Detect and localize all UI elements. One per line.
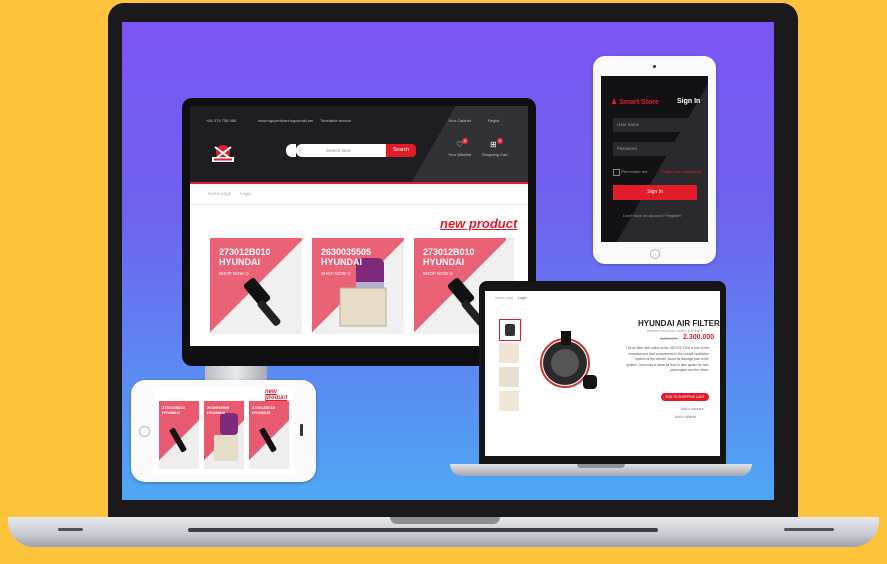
sign-in-button[interactable]: Sign In xyxy=(613,185,697,200)
breadcrumb-current: Login xyxy=(518,296,527,300)
password-field[interactable]: Password xyxy=(613,142,697,156)
shop-now-link[interactable]: SHOP NOW ⊙ xyxy=(219,271,249,277)
chevron-down-icon: ⌄ xyxy=(298,147,303,153)
laptop-notch xyxy=(390,517,500,524)
product-brand: HYUNDAI xyxy=(423,257,465,267)
forgot-link[interactable]: Forgot your password? xyxy=(661,169,702,174)
shop-now-link[interactable]: SHOP NOW ⊙ xyxy=(321,271,351,277)
breadcrumb-current: Login xyxy=(240,191,252,196)
thumbnail[interactable] xyxy=(499,319,521,341)
tablet-home-button[interactable] xyxy=(650,249,660,259)
product-code: 273012B010 xyxy=(219,247,271,257)
wishlist-button[interactable]: ♡ 0 Your Wishlist xyxy=(448,138,472,160)
user-icon: ♟ xyxy=(611,99,618,106)
tablet-screen: ♟ Smart Store Sign In User name Password… xyxy=(601,76,708,242)
tablet-title: Sign In xyxy=(677,98,701,105)
thumbnail[interactable] xyxy=(499,343,519,363)
laptop-product-screen: Home page Login HYUNDAI AIR FILTER Revie… xyxy=(485,291,720,456)
search-button[interactable]: Search xyxy=(386,144,416,157)
phone-speaker xyxy=(300,424,303,436)
breadcrumb-home[interactable]: Home page xyxy=(208,191,231,196)
sensor-icon xyxy=(505,324,515,336)
product-card[interactable]: 2630035505 HYUNDAI SHOP NOW ⊙ xyxy=(312,238,404,334)
cart-button[interactable]: ⊞ 0 Shopping Cart xyxy=(482,138,508,160)
username-field[interactable]: User name xyxy=(613,118,697,132)
breadcrumb: Home page Login xyxy=(190,184,528,205)
add-to-cart-button[interactable]: ADD TO SHOPPING CART xyxy=(661,393,709,401)
old-price: 3.500.000 xyxy=(660,336,678,341)
tablet-camera xyxy=(653,65,656,68)
header-hours: Timetable service xyxy=(320,118,352,123)
product-card[interactable]: 273012B010 HYUNDAI SHOP NOW ⊙ xyxy=(210,238,302,334)
product-code: 273012B010 xyxy=(423,247,475,257)
air-flow-sensor-icon xyxy=(540,331,597,389)
remember-checkbox[interactable] xyxy=(613,169,620,176)
search-input[interactable]: ⌄ Search here xyxy=(296,144,394,157)
wishlist-link[interactable]: Add to Wishlist xyxy=(675,415,696,419)
store-logo-icon[interactable] xyxy=(210,143,236,165)
product-description: The air filter with outlet on the 3D/YG1… xyxy=(625,346,709,372)
site-header: +84 379 758 989 www.nguyenthanhngocmail.… xyxy=(190,106,528,182)
phone-screen: new product 273012B010 HYUNDAI 263003550… xyxy=(153,387,295,475)
cart-count-badge: 0 xyxy=(497,138,503,144)
product-brand: HYUNDAI xyxy=(321,257,363,267)
product-code: 2630035505 xyxy=(321,247,372,257)
laptop-notch xyxy=(577,464,625,468)
thumbnail[interactable] xyxy=(499,391,519,411)
breadcrumb-home[interactable]: Home page xyxy=(495,296,513,300)
product-title: HYUNDAI AIR FILTER xyxy=(638,319,720,328)
phone-home-button[interactable] xyxy=(139,426,150,437)
heart-icon: ♡ xyxy=(456,140,464,149)
price: 2.300.000 xyxy=(683,334,715,341)
remember-label: Remember me xyxy=(621,169,648,174)
section-title: new product xyxy=(440,216,518,231)
product-card[interactable]: 2630035505 HYUNDAI xyxy=(204,401,244,469)
header-register-link[interactable]: Regist xyxy=(488,118,499,123)
header-email[interactable]: www.nguyenthanhngocmail.net xyxy=(258,118,313,123)
header-account-link[interactable]: Your Cabinet xyxy=(448,118,471,123)
wishlist-count-badge: 0 xyxy=(462,138,468,144)
product-card[interactable]: 273012B010 HYUNDAI xyxy=(159,401,199,469)
shop-now-link[interactable]: SHOP NOW ⊙ xyxy=(423,271,453,277)
desktop-screen: +84 379 758 989 www.nguyenthanhngocmail.… xyxy=(190,106,528,346)
product-meta: Review: sold stock online ★★★★★ xyxy=(647,329,703,333)
register-link[interactable]: Don't have an account? Register xyxy=(623,213,681,218)
compare-link[interactable]: Add to compare xyxy=(681,407,704,411)
thumbnail[interactable] xyxy=(499,367,519,387)
product-card[interactable]: 273012B010 HYUNDAI xyxy=(249,401,289,469)
section-title: new product xyxy=(265,389,288,401)
cart-icon: ⊞ xyxy=(490,140,497,149)
tablet-brand: ♟ Smart Store xyxy=(611,99,659,106)
header-phone: +84 379 758 989 xyxy=(206,118,237,123)
product-brand: HYUNDAI xyxy=(219,257,261,267)
